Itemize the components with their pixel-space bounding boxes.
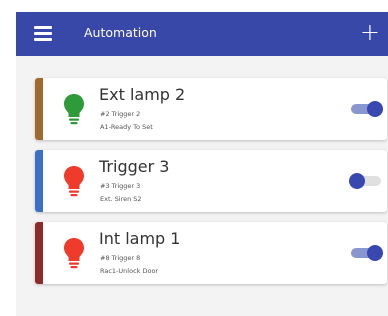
action-label: Rac1-Unlock Door xyxy=(100,267,159,275)
enable-toggle[interactable] xyxy=(349,100,385,118)
toggle-knob xyxy=(349,173,365,189)
page-title: Automation xyxy=(84,25,157,40)
trigger-label: #3 Trigger 3 xyxy=(100,182,141,190)
lightbulb-icon xyxy=(64,238,84,269)
toggle-knob xyxy=(367,245,383,261)
lightbulb-icon xyxy=(64,166,84,197)
color-stripe xyxy=(35,78,43,140)
trigger-label: #2 Trigger 2 xyxy=(100,110,141,118)
trigger-label: #8 Trigger 8 xyxy=(100,254,141,262)
automation-name: Trigger 3 xyxy=(99,157,170,176)
action-label: A1-Ready To Set xyxy=(100,123,153,131)
add-icon[interactable]: + xyxy=(360,19,380,45)
automation-card[interactable]: Int lamp 1 #8 Trigger 8 Rac1-Unlock Door xyxy=(35,222,387,284)
automation-name: Int lamp 1 xyxy=(99,229,181,248)
lightbulb-icon xyxy=(64,94,84,125)
hamburger-menu-icon[interactable] xyxy=(34,25,52,41)
app-bar: Automation + xyxy=(16,12,388,56)
color-stripe xyxy=(35,150,43,212)
automation-card[interactable]: Trigger 3 #3 Trigger 3 Ext. Siren S2 xyxy=(35,150,387,212)
automation-name: Ext lamp 2 xyxy=(99,85,186,104)
automation-list: Ext lamp 2 #2 Trigger 2 A1-Ready To Set … xyxy=(16,56,388,316)
toggle-knob xyxy=(367,101,383,117)
enable-toggle[interactable] xyxy=(349,172,385,190)
color-stripe xyxy=(35,222,43,284)
automation-card[interactable]: Ext lamp 2 #2 Trigger 2 A1-Ready To Set xyxy=(35,78,387,140)
action-label: Ext. Siren S2 xyxy=(100,195,142,203)
enable-toggle[interactable] xyxy=(349,244,385,262)
